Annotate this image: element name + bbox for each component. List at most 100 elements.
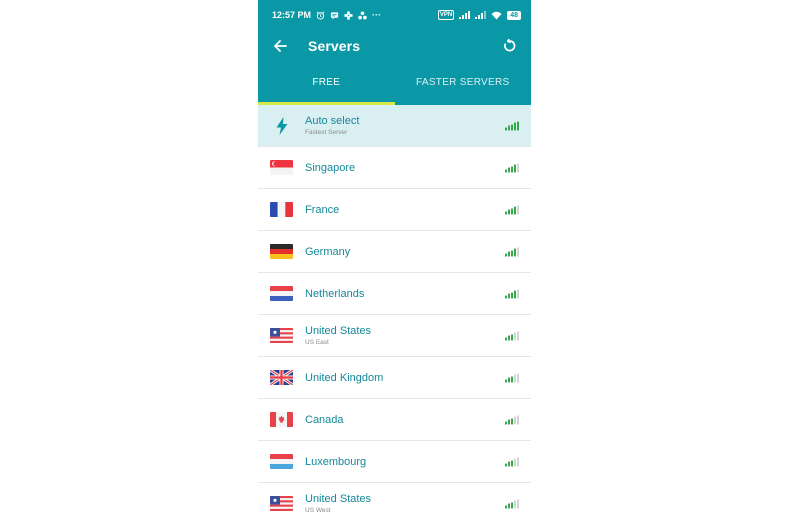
bolt-icon xyxy=(270,116,293,136)
signal-bar xyxy=(511,460,513,466)
flag-netherlands-icon xyxy=(270,286,293,301)
signal-bar xyxy=(511,208,513,214)
signal-bar xyxy=(505,421,507,424)
share-icon xyxy=(358,10,367,20)
signal-bar xyxy=(505,505,507,508)
signal-bar xyxy=(508,251,510,256)
server-text: Auto select Fastest Server xyxy=(305,115,359,136)
signal-bar xyxy=(505,253,507,256)
tab-bar: FREE FASTER SERVERS xyxy=(258,62,531,105)
status-bar: 12:57 PM ··· VPN 48 xyxy=(258,0,531,30)
signal-bar xyxy=(517,121,519,130)
signal-bar xyxy=(514,332,516,340)
more-icon: ··· xyxy=(372,10,382,20)
flag-canada-icon xyxy=(270,412,293,427)
server-row-united-kingdom[interactable]: United Kingdom xyxy=(258,357,531,399)
server-row-united-states-east[interactable]: United States US East xyxy=(258,315,531,357)
refresh-button[interactable] xyxy=(499,36,519,56)
signal-bar xyxy=(514,290,516,298)
flag-usa-icon xyxy=(270,496,293,511)
vpn-badge: VPN xyxy=(437,10,455,20)
server-row-canada[interactable]: Canada xyxy=(258,399,531,441)
arrow-left-icon xyxy=(273,39,287,53)
server-name: Canada xyxy=(305,413,344,426)
server-subtitle: US East xyxy=(305,339,329,346)
signal-strength xyxy=(505,331,519,340)
signal-bar xyxy=(517,331,519,340)
signal-bar xyxy=(517,289,519,298)
cell-signal-icon xyxy=(459,11,471,19)
signal-strength xyxy=(505,457,519,466)
signal-bar xyxy=(508,503,510,508)
signal-bar xyxy=(517,247,519,256)
server-row-germany[interactable]: Germany xyxy=(258,231,531,273)
signal-strength xyxy=(505,163,519,172)
signal-bar xyxy=(505,463,507,466)
signal-bar xyxy=(517,415,519,424)
signal-bar xyxy=(514,164,516,172)
server-row-auto-select[interactable]: Auto select Fastest Server xyxy=(258,105,531,147)
signal-bar xyxy=(517,457,519,466)
flag-uk-icon xyxy=(270,370,293,385)
signal-bar xyxy=(517,205,519,214)
server-text: France xyxy=(305,204,339,216)
signal-bar xyxy=(505,169,507,172)
flag-germany-icon xyxy=(270,244,293,259)
back-button[interactable] xyxy=(270,36,290,56)
page-title: Servers xyxy=(308,38,361,54)
signal-bar xyxy=(511,502,513,508)
signal-strength xyxy=(505,205,519,214)
server-text: Singapore xyxy=(305,162,355,174)
signal-bar xyxy=(505,379,507,382)
server-text: Germany xyxy=(305,246,350,258)
server-row-singapore[interactable]: Singapore xyxy=(258,147,531,189)
message-icon xyxy=(330,11,339,20)
signal-bar xyxy=(511,292,513,298)
alarm-icon xyxy=(316,11,325,20)
server-row-netherlands[interactable]: Netherlands xyxy=(258,273,531,315)
signal-bar xyxy=(514,248,516,256)
status-time: 12:57 PM xyxy=(272,10,312,20)
status-left: 12:57 PM ··· xyxy=(272,10,381,20)
app-header: 12:57 PM ··· VPN 48 Servers FREE FASTER … xyxy=(258,0,531,105)
wifi-icon xyxy=(491,11,502,20)
flag-usa-icon xyxy=(270,328,293,343)
flag-luxembourg-icon xyxy=(270,454,293,469)
refresh-icon xyxy=(502,39,516,53)
signal-bar xyxy=(505,295,507,298)
tab-faster-servers[interactable]: FASTER SERVERS xyxy=(395,62,532,105)
tab-free[interactable]: FREE xyxy=(258,62,395,105)
signal-bar xyxy=(517,499,519,508)
server-text: United States US East xyxy=(305,325,371,346)
server-name: United States xyxy=(305,493,372,505)
signal-bar xyxy=(517,163,519,172)
signal-bar xyxy=(511,166,513,172)
signal-bar xyxy=(514,458,516,466)
signal-bar xyxy=(505,337,507,340)
signal-bar xyxy=(511,250,513,256)
signal-bar xyxy=(508,167,510,172)
server-row-france[interactable]: France xyxy=(258,189,531,231)
signal-strength xyxy=(505,289,519,298)
signal-bar xyxy=(508,293,510,298)
server-row-united-states-west[interactable]: United States US West xyxy=(258,483,531,523)
signal-bar xyxy=(511,418,513,424)
server-text: Luxembourg xyxy=(305,456,366,468)
signal-bar xyxy=(505,211,507,214)
cell-signal-2-icon xyxy=(475,11,487,19)
flag-france-icon xyxy=(270,202,293,217)
signal-bar xyxy=(517,373,519,382)
signal-bar xyxy=(514,500,516,508)
signal-bar xyxy=(508,335,510,340)
server-text: United States US West xyxy=(305,493,371,514)
server-row-luxembourg[interactable]: Luxembourg xyxy=(258,441,531,483)
server-name: Luxembourg xyxy=(305,455,367,468)
server-subtitle: US West xyxy=(305,507,331,514)
signal-strength xyxy=(505,415,519,424)
server-subtitle: Fastest Server xyxy=(305,129,348,136)
signal-bar xyxy=(514,374,516,382)
phone-screen: 12:57 PM ··· VPN 48 Servers FREE FASTER … xyxy=(258,0,531,523)
server-name: Germany xyxy=(305,245,351,258)
app-icon xyxy=(344,10,353,20)
signal-strength xyxy=(505,499,519,508)
